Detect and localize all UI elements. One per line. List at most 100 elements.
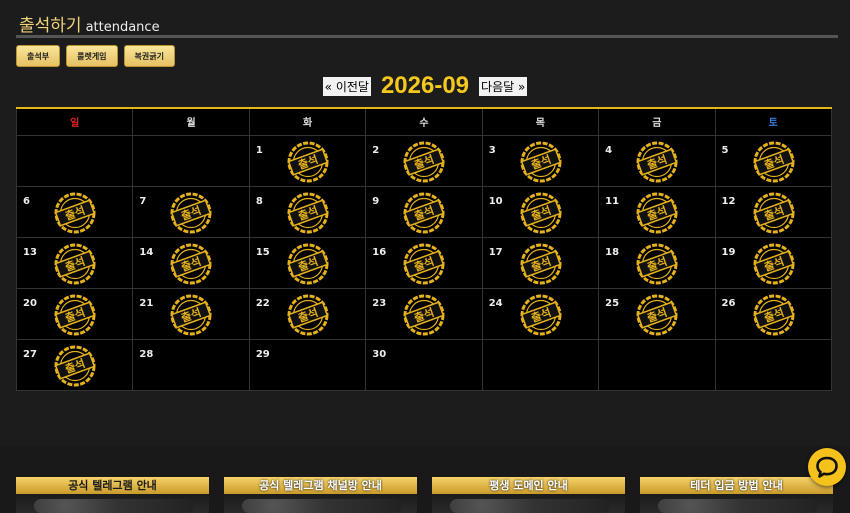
calendar-day-cell[interactable]: 16 출석 xyxy=(365,236,483,289)
page-title: 출석하기 attendance xyxy=(19,11,160,36)
banner-domain[interactable]: 평생 도메인 안내 xyxy=(432,477,625,513)
attendance-stamp-icon: 출석 xyxy=(753,192,795,233)
calendar-day-number: 17 xyxy=(488,246,503,258)
calendar-day-cell[interactable]: 23 출석 xyxy=(365,287,483,340)
calendar-day-cell[interactable]: 19 출석 xyxy=(714,236,833,289)
weekday-friday: 금 xyxy=(598,107,716,136)
calendar-day-cell[interactable]: 3 출석 xyxy=(481,134,600,187)
calendar-empty-cell xyxy=(481,338,600,391)
calendar-day-cell[interactable]: 24 출석 xyxy=(481,287,600,340)
tab-attendance[interactable]: 출석부 xyxy=(16,45,61,67)
banner-tether-title: 테더 입금 방법 안내 xyxy=(640,477,833,494)
calendar-day-number: 29 xyxy=(255,348,270,360)
page-header: 출석하기 attendance xyxy=(16,8,838,38)
calendar-empty-cell xyxy=(598,338,716,391)
weekday-monday: 월 xyxy=(132,107,250,136)
calendar-day-number: 6 xyxy=(23,195,30,207)
calendar-day-number: 1 xyxy=(255,144,263,156)
next-month-button[interactable]: 다음달 » xyxy=(479,76,528,96)
attendance-stamp-icon: 출석 xyxy=(520,243,562,284)
calendar-day-cell[interactable]: 2 출석 xyxy=(365,134,483,187)
banner-telegram-channel-image xyxy=(242,499,402,513)
calendar-day-number: 3 xyxy=(488,144,496,156)
calendar-empty-cell xyxy=(132,134,250,187)
calendar-day-cell[interactable]: 22 출석 xyxy=(248,287,367,340)
calendar-day-cell[interactable]: 1 출석 xyxy=(248,134,367,187)
calendar-day-cell[interactable]: 20 출석 xyxy=(15,287,134,340)
attendance-stamp-icon: 출석 xyxy=(520,192,562,233)
weekday-saturday: 토 xyxy=(714,107,833,136)
tab-lottery[interactable]: 복권긁기 xyxy=(123,45,175,67)
banner-telegram-channel[interactable]: 공식 텔레그램 채널방 안내 xyxy=(224,477,417,513)
attendance-stamp-icon: 출석 xyxy=(520,294,562,335)
calendar-day-number: 5 xyxy=(721,144,729,156)
attendance-stamp-icon: 출석 xyxy=(520,141,562,182)
current-month: 2026-09 xyxy=(380,72,470,99)
calendar-day-cell[interactable]: 6 출석 xyxy=(15,185,134,238)
calendar-day-number: 27 xyxy=(23,348,37,360)
calendar-day-cell[interactable]: 11 출석 xyxy=(598,185,716,238)
calendar-day-cell[interactable]: 8 출석 xyxy=(248,185,367,238)
attendance-stamp-icon: 출석 xyxy=(54,294,96,335)
tab-bar: 출석부 룰렛게임 복권긁기 xyxy=(16,45,175,67)
calendar-day-cell[interactable]: 14 출석 xyxy=(132,236,250,289)
calendar-day-number: 8 xyxy=(255,195,263,207)
attendance-stamp-icon: 출석 xyxy=(636,192,678,233)
attendance-stamp-icon: 출석 xyxy=(403,294,445,335)
calendar-day-number: 26 xyxy=(721,297,736,309)
prev-month-button[interactable]: « 이전달 xyxy=(322,76,371,96)
weekday-wednesday: 수 xyxy=(365,107,483,136)
calendar-day-number: 13 xyxy=(23,246,37,258)
calendar-day-cell[interactable]: 27 출석 xyxy=(15,338,134,391)
calendar-day-cell[interactable]: 4 출석 xyxy=(598,134,716,187)
banner-telegram[interactable]: 공식 텔레그램 안내 xyxy=(16,477,209,513)
tab-roulette[interactable]: 룰렛게임 xyxy=(66,45,118,67)
banner-domain-title: 평생 도메인 안내 xyxy=(432,477,625,494)
calendar-day-cell[interactable]: 9 출석 xyxy=(365,185,483,238)
calendar-day-number: 23 xyxy=(372,297,387,309)
chat-bubble-glyph xyxy=(816,456,838,478)
calendar-day-cell[interactable]: 28 xyxy=(132,338,250,391)
attendance-stamp-icon: 출석 xyxy=(54,345,96,386)
calendar-day-cell[interactable]: 13 출석 xyxy=(15,236,134,289)
attendance-stamp-icon: 출석 xyxy=(403,243,445,284)
attendance-stamp-icon: 출석 xyxy=(403,192,445,233)
banner-telegram-title: 공식 텔레그램 안내 xyxy=(16,477,209,494)
calendar-day-cell[interactable]: 17 출석 xyxy=(481,236,600,289)
calendar-day-number: 21 xyxy=(139,297,154,309)
calendar-day-cell[interactable]: 5 출석 xyxy=(714,134,833,187)
calendar-day-number: 18 xyxy=(605,246,620,258)
calendar-day-number: 16 xyxy=(372,246,387,258)
attendance-stamp-icon: 출석 xyxy=(54,192,96,233)
attendance-stamp-icon: 출석 xyxy=(403,141,445,182)
banner-telegram-image xyxy=(34,499,194,513)
calendar-day-number: 15 xyxy=(255,246,270,258)
page-title-text: 출석하기 xyxy=(19,16,82,36)
calendar-day-cell[interactable]: 12 출석 xyxy=(714,185,833,238)
calendar-day-cell[interactable]: 7 출석 xyxy=(132,185,250,238)
month-navigation: « 이전달 2026-09 다음달 » xyxy=(0,72,850,100)
calendar-day-number: 11 xyxy=(605,195,620,207)
calendar-week-row: 6 출석 7 출석 8 출석 9 출석 10 출석 11 출석 12 출석 xyxy=(15,185,833,238)
calendar-day-cell[interactable]: 29 xyxy=(248,338,367,391)
banner-tether[interactable]: 테더 입금 방법 안내 xyxy=(640,477,833,513)
attendance-stamp-icon: 출석 xyxy=(170,192,212,233)
calendar-day-cell[interactable]: 10 출석 xyxy=(481,185,600,238)
banner-domain-image xyxy=(450,499,610,513)
calendar-day-number: 28 xyxy=(139,348,154,360)
attendance-calendar: 일 월 화 수 목 금 토 1 출석 2 출석 3 출석 4 출석 5 출석 6 출석 7 출석 8 출석 9 출… xyxy=(15,107,833,391)
calendar-day-cell[interactable]: 25 출석 xyxy=(598,287,716,340)
calendar-day-cell[interactable]: 26 출석 xyxy=(714,287,833,340)
calendar-day-cell[interactable]: 30 xyxy=(365,338,483,391)
attendance-stamp-icon: 출석 xyxy=(636,243,678,284)
calendar-week-row: 20 출석 21 출석 22 출석 23 출석 24 출석 25 출석 26 출석 xyxy=(15,287,833,340)
chat-bubble-icon[interactable] xyxy=(808,448,846,486)
calendar-week-row: 27 출석 28 29 30 xyxy=(15,338,833,391)
page-subtitle: attendance xyxy=(85,20,160,35)
weekday-header-row: 일 월 화 수 목 금 토 xyxy=(15,107,833,136)
calendar-day-cell[interactable]: 21 출석 xyxy=(132,287,250,340)
calendar-day-number: 19 xyxy=(721,246,736,258)
calendar-day-cell[interactable]: 18 출석 xyxy=(598,236,716,289)
attendance-stamp-icon: 출석 xyxy=(287,294,329,335)
calendar-day-cell[interactable]: 15 출석 xyxy=(248,236,367,289)
